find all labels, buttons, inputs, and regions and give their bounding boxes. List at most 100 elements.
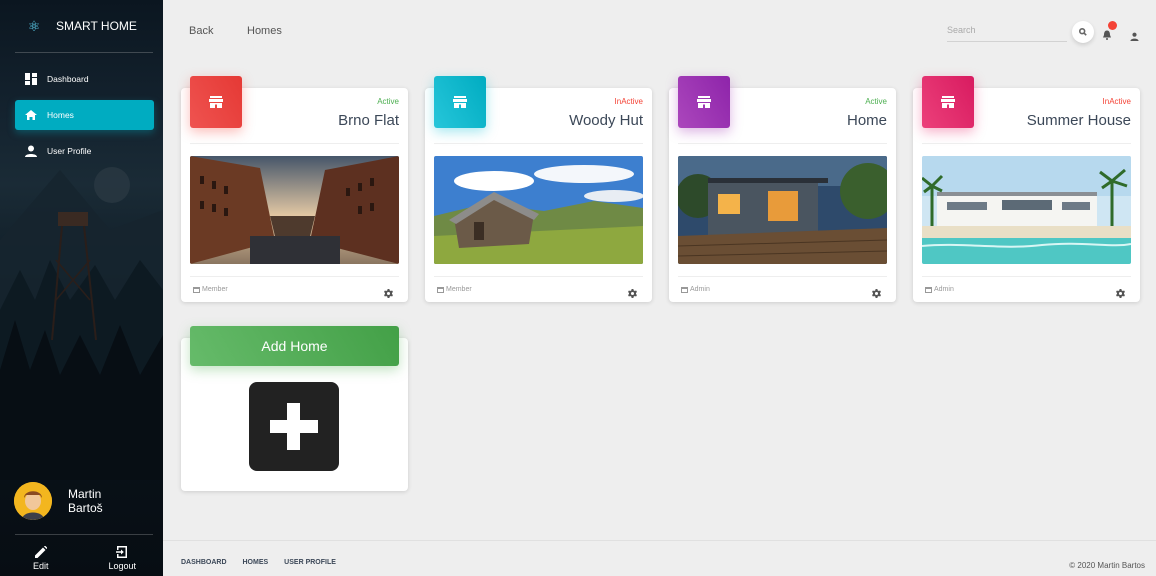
card-icon-box <box>434 76 486 128</box>
edit-label: Edit <box>32 561 49 571</box>
sidebar-item-homes[interactable]: Homes <box>15 100 154 130</box>
avatar-illustration <box>14 482 52 520</box>
home-name: Brno Flat <box>338 112 399 129</box>
status-badge: Active <box>865 97 887 106</box>
home-photo <box>434 156 643 264</box>
sidebar-item-dashboard[interactable]: Dashboard <box>15 64 154 94</box>
back-link[interactable]: Back <box>189 25 213 37</box>
gear-icon <box>1116 289 1125 298</box>
store-icon <box>941 96 955 108</box>
calendar-icon <box>193 287 200 293</box>
home-settings-button[interactable] <box>384 285 393 298</box>
home-card[interactable]: InActive Woody Hut Member <box>425 76 652 302</box>
user-first-name: Martin <box>68 487 102 501</box>
add-home-card[interactable]: Add Home <box>181 326 408 491</box>
search-button[interactable] <box>1072 21 1094 43</box>
sidebar-divider <box>15 534 153 535</box>
bell-icon <box>1103 30 1111 40</box>
brand[interactable]: ⚛ SMART HOME <box>0 0 163 52</box>
home-role: Member <box>437 286 472 293</box>
home-role: Admin <box>681 286 710 293</box>
home-role: Member <box>193 286 228 293</box>
beach-house-photo-illustration <box>922 156 1131 264</box>
logout-label: Logout <box>108 561 137 571</box>
person-icon <box>1130 32 1139 41</box>
card-divider <box>190 276 399 277</box>
avatar <box>14 482 52 520</box>
store-icon <box>697 96 711 108</box>
card-divider <box>922 143 1131 144</box>
gear-icon <box>384 289 393 298</box>
home-role: Admin <box>925 286 954 293</box>
card-icon-box <box>190 76 242 128</box>
home-photo <box>190 156 399 264</box>
home-card[interactable]: Active Brno Flat Member <box>181 76 408 302</box>
footer-nav: DASHBOARD HOMES USER PROFILE <box>181 559 336 566</box>
logout-button[interactable]: Logout <box>82 546 164 571</box>
sidebar-item-user-profile[interactable]: User Profile <box>15 136 154 166</box>
store-icon <box>453 96 467 108</box>
home-role-label: Admin <box>690 286 710 293</box>
edit-button[interactable]: Edit <box>0 546 82 571</box>
status-badge: InActive <box>1102 97 1131 106</box>
search-icon <box>1079 28 1087 36</box>
calendar-icon <box>437 287 444 293</box>
home-name: Woody Hut <box>569 112 643 129</box>
logout-icon <box>116 546 128 558</box>
sidebar: ⚛ SMART HOME Dashboard Homes User Profil… <box>0 0 163 576</box>
user-last-name: Bartoš <box>68 501 103 515</box>
home-settings-button[interactable] <box>628 285 637 298</box>
gear-icon <box>628 289 637 298</box>
home-photo <box>922 156 1131 264</box>
user-block[interactable]: Martin Bartoš <box>14 482 103 520</box>
atom-logo-icon: ⚛ <box>27 17 41 34</box>
search-input[interactable] <box>947 20 1057 40</box>
home-name: Home <box>846 112 887 129</box>
home-icon <box>25 110 37 120</box>
canal-photo-illustration <box>190 156 399 264</box>
home-card[interactable]: Active Home Admin <box>669 76 896 302</box>
account-button[interactable] <box>1130 28 1139 41</box>
sidebar-item-label: Homes <box>47 110 74 120</box>
home-settings-button[interactable] <box>872 285 881 298</box>
copyright: © 2020 Martin Bartos <box>1069 561 1145 570</box>
sidebar-item-label: Dashboard <box>47 74 89 84</box>
home-role-label: Admin <box>934 286 954 293</box>
status-badge: InActive <box>614 97 643 106</box>
modern-house-photo-illustration <box>678 156 887 264</box>
card-divider <box>678 276 887 277</box>
footer-link-dashboard[interactable]: DASHBOARD <box>181 559 227 566</box>
calendar-icon <box>925 287 932 293</box>
plus-icon[interactable] <box>249 382 339 471</box>
store-icon <box>209 96 223 108</box>
footer-link-user-profile[interactable]: USER PROFILE <box>284 559 336 566</box>
user-name: Martin Bartoš <box>68 487 103 515</box>
card-divider <box>922 276 1131 277</box>
card-divider <box>678 143 887 144</box>
calendar-icon <box>681 287 688 293</box>
sidebar-item-label: User Profile <box>47 146 92 156</box>
footer: DASHBOARD HOMES USER PROFILE © 2020 Mart… <box>163 540 1156 576</box>
card-divider <box>434 143 643 144</box>
sidebar-divider <box>15 52 153 53</box>
card-icon-box <box>678 76 730 128</box>
home-role-label: Member <box>446 286 472 293</box>
home-name: Summer House <box>1026 112 1131 129</box>
home-settings-button[interactable] <box>1116 285 1125 298</box>
dashboard-icon <box>25 73 37 85</box>
pencil-icon <box>34 546 47 558</box>
home-card[interactable]: InActive Summer House Admin <box>913 76 1140 302</box>
hut-photo-illustration <box>434 156 643 264</box>
person-icon <box>25 145 37 157</box>
home-photo <box>678 156 887 264</box>
add-home-header[interactable]: Add Home <box>190 326 399 366</box>
search-field <box>947 20 1067 42</box>
home-role-label: Member <box>202 286 228 293</box>
breadcrumb-current: Homes <box>247 25 282 37</box>
sidebar-actions: Edit Logout <box>0 546 163 571</box>
card-divider <box>434 276 643 277</box>
footer-link-homes[interactable]: HOMES <box>243 559 269 566</box>
status-badge: Active <box>377 97 399 106</box>
top-bar: Back Homes <box>163 0 1156 64</box>
sidebar-background-illustration <box>0 167 163 480</box>
